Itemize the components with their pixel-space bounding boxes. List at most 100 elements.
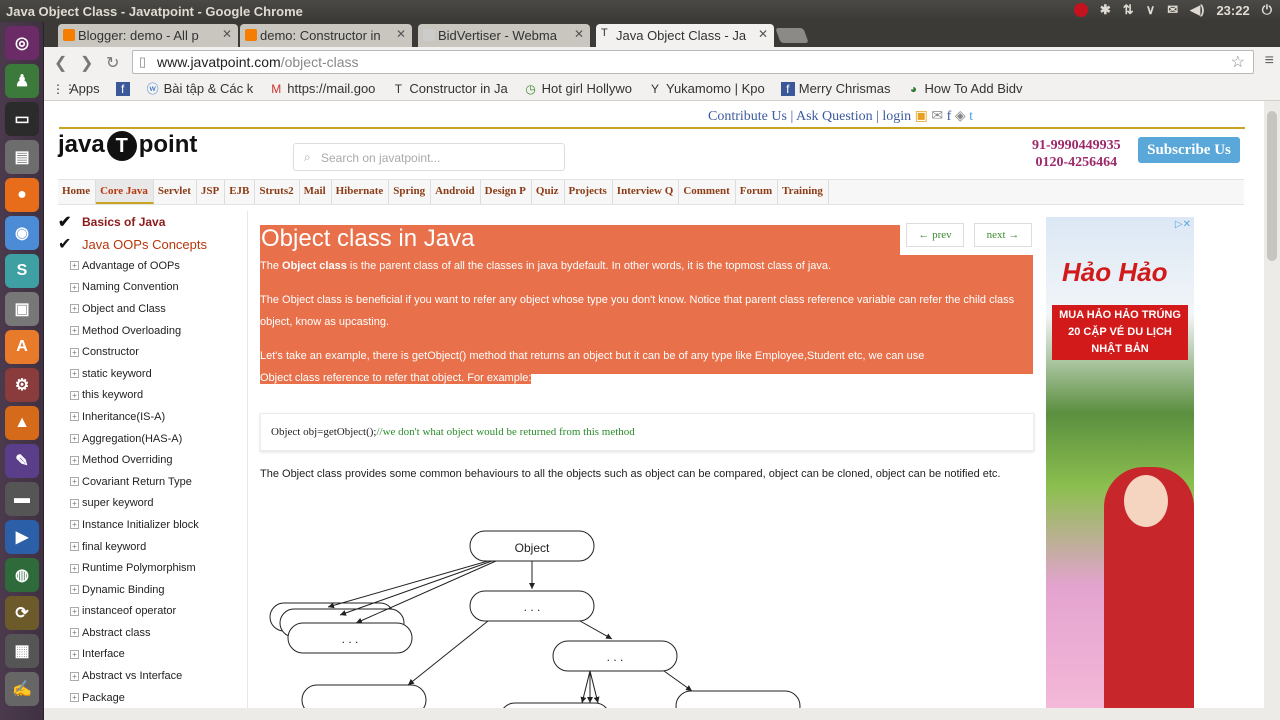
menu-servlet[interactable]: Servlet xyxy=(154,180,197,204)
volume-icon[interactable]: ◀) xyxy=(1190,2,1204,18)
twitter-icon[interactable]: t xyxy=(969,109,973,124)
menu-hibernate[interactable]: Hibernate xyxy=(332,180,390,204)
menu-mail[interactable]: Mail xyxy=(300,180,332,204)
menu-quiz[interactable]: Quiz xyxy=(532,180,565,204)
vertical-scrollbar[interactable] xyxy=(1264,101,1280,708)
sidebar-item[interactable]: + Interface xyxy=(58,644,247,666)
advertisement[interactable]: ▷✕ Hảo Hảo MUA HẢO HẢO TRÚNG 20 CẶP VÉ D… xyxy=(1046,217,1194,708)
menu-design-p[interactable]: Design P xyxy=(481,180,532,204)
app-icon-1[interactable]: ♟ xyxy=(5,64,39,98)
reload-icon[interactable]: ↻ xyxy=(106,53,119,73)
bookmark-gmail[interactable]: Mhttps://mail.goo xyxy=(269,81,375,96)
tab-demo-constructor[interactable]: demo: Constructor in ✕ xyxy=(240,24,412,47)
facebook-icon[interactable]: f xyxy=(947,109,952,124)
ad-choices-icon[interactable]: ▷✕ xyxy=(1175,219,1191,230)
system-icon[interactable]: ▦ xyxy=(5,634,39,668)
record-icon[interactable] xyxy=(1073,3,1088,17)
new-tab-button[interactable] xyxy=(775,28,809,43)
menu-home[interactable]: Home xyxy=(58,180,97,204)
sidebar-item[interactable]: + instanceof operator xyxy=(58,601,247,623)
sidebar-item[interactable]: + Object and Class xyxy=(58,298,247,320)
menu-android[interactable]: Android xyxy=(431,180,481,204)
bookmark-yukamomo[interactable]: Y Yukamomo | Kpo xyxy=(648,81,765,96)
prev-button[interactable]: ← prev xyxy=(906,223,964,247)
power-icon[interactable]: ⏻ xyxy=(1262,2,1272,18)
bookmark-merry-chrismas[interactable]: f Merry Chrismas xyxy=(780,81,890,96)
sidebar-item[interactable]: + Runtime Polymorphism xyxy=(58,557,247,579)
editor-icon[interactable]: ✎ xyxy=(5,444,39,478)
terminal-icon[interactable]: ▭ xyxy=(5,102,39,136)
settings-icon[interactable]: ⚙ xyxy=(5,368,39,402)
globe-icon[interactable]: ◍ xyxy=(5,558,39,592)
sidebar-item[interactable]: + Inheritance(IS-A) xyxy=(58,406,247,428)
menu-training[interactable]: Training xyxy=(778,180,829,204)
subscribe-button[interactable]: Subscribe Us xyxy=(1138,137,1240,163)
skype-icon[interactable]: S xyxy=(5,254,39,288)
bookmark-star-icon[interactable]: ☆ xyxy=(1231,52,1245,72)
sidebar-item[interactable]: + Instance Initializer block xyxy=(58,514,247,536)
share-icon[interactable]: ◈ xyxy=(955,109,966,124)
sidebar-item[interactable]: + final keyword xyxy=(58,536,247,558)
horizontal-scrollbar[interactable] xyxy=(44,708,1280,720)
dash-icon[interactable]: ◎ xyxy=(5,26,39,60)
close-icon[interactable]: ✕ xyxy=(758,27,768,41)
tab-bidvertiser[interactable]: BidVertiser - Webma ✕ xyxy=(418,24,590,47)
screenshot-icon[interactable]: ▣ xyxy=(5,292,39,326)
drive-icon[interactable]: ▬ xyxy=(5,482,39,516)
menu-spring[interactable]: Spring xyxy=(389,180,432,204)
chrome-menu-icon[interactable]: ≡ xyxy=(1265,52,1274,70)
rss-icon[interactable]: ▣ xyxy=(915,109,928,124)
menu-struts2[interactable]: Struts2 xyxy=(255,180,300,204)
sidebar-heading-basics[interactable]: ✔ Basics of Java xyxy=(58,211,247,233)
vlc-icon[interactable]: ▲ xyxy=(5,406,39,440)
bookmark-bidvertiser[interactable]: ◕ How To Add Bidv xyxy=(906,81,1023,96)
menu-jsp[interactable]: JSP xyxy=(197,180,226,204)
bookmark-apps[interactable]: ⋮⋮ Apps xyxy=(52,81,100,96)
software-center-icon[interactable]: A xyxy=(5,330,39,364)
vpn-icon[interactable]: ∨ xyxy=(1146,2,1156,18)
gear-icon[interactable]: ✱ xyxy=(1100,2,1111,18)
bookmark-bai-tap[interactable]: ⓦ Bài tập & Các k xyxy=(146,80,254,97)
page-info-icon[interactable]: ▯ xyxy=(139,54,146,70)
forward-icon[interactable]: ❯ xyxy=(80,53,93,73)
sidebar-heading-oops[interactable]: ✔ Java OOPs Concepts xyxy=(58,233,247,255)
mail-icon[interactable]: ✉ xyxy=(1167,2,1178,18)
menu-forum[interactable]: Forum xyxy=(736,180,779,204)
firefox-icon[interactable]: ● xyxy=(5,178,39,212)
scrollbar-thumb[interactable] xyxy=(1267,111,1277,261)
menu-projects[interactable]: Projects xyxy=(565,180,613,204)
sidebar-item[interactable]: + Naming Convention xyxy=(58,277,247,299)
menu-core-java[interactable]: Core Java xyxy=(96,180,154,204)
sidebar-item[interactable]: + Abstract vs Interface xyxy=(58,665,247,687)
sidebar-item[interactable]: + Dynamic Binding xyxy=(58,579,247,601)
menu-interview-q[interactable]: Interview Q xyxy=(613,180,680,204)
sidebar-item[interactable]: + Aggregation(HAS-A) xyxy=(58,428,247,450)
menu-ejb[interactable]: EJB xyxy=(225,180,256,204)
sidebar-item[interactable]: + static keyword xyxy=(58,363,247,385)
sidebar-item[interactable]: + Covariant Return Type xyxy=(58,471,247,493)
clock[interactable]: 23:22 xyxy=(1216,3,1249,18)
close-icon[interactable]: ✕ xyxy=(396,27,406,41)
player-icon[interactable]: ▶ xyxy=(5,520,39,554)
files-icon[interactable]: ▤ xyxy=(5,140,39,174)
bookmark-facebook[interactable]: f xyxy=(115,81,130,96)
sidebar-item[interactable]: + this keyword xyxy=(58,385,247,407)
bookmark-hot-girl[interactable]: ◷ Hot girl Hollywo xyxy=(524,81,632,96)
site-search-input[interactable]: ⌕ Search on javatpoint... xyxy=(293,143,565,171)
site-logo[interactable]: java Tpoint xyxy=(58,131,197,161)
address-bar[interactable]: ▯ www.javatpoint.com/object-class ☆ xyxy=(132,50,1254,74)
tab-java-object-class[interactable]: T Java Object Class - Ja ✕ xyxy=(596,24,774,47)
tab-blogger[interactable]: Blogger: demo - All p ✕ xyxy=(58,24,238,47)
sidebar-item[interactable]: + Constructor xyxy=(58,341,247,363)
sidebar-item[interactable]: + Method Overriding xyxy=(58,449,247,471)
menu-comment[interactable]: Comment xyxy=(679,180,736,204)
close-icon[interactable]: ✕ xyxy=(222,27,232,41)
sidebar-item[interactable]: + Abstract class xyxy=(58,622,247,644)
back-icon[interactable]: ❮ xyxy=(54,53,67,73)
sidebar-item[interactable]: + Method Overloading xyxy=(58,320,247,342)
next-button[interactable]: next → xyxy=(974,223,1032,247)
bookmark-constructor[interactable]: T Constructor in Ja xyxy=(391,81,508,96)
sync-icon[interactable]: ⟳ xyxy=(5,596,39,630)
network-icon[interactable]: ⇅ xyxy=(1123,2,1134,18)
chrome-icon[interactable]: ◉ xyxy=(5,216,39,250)
